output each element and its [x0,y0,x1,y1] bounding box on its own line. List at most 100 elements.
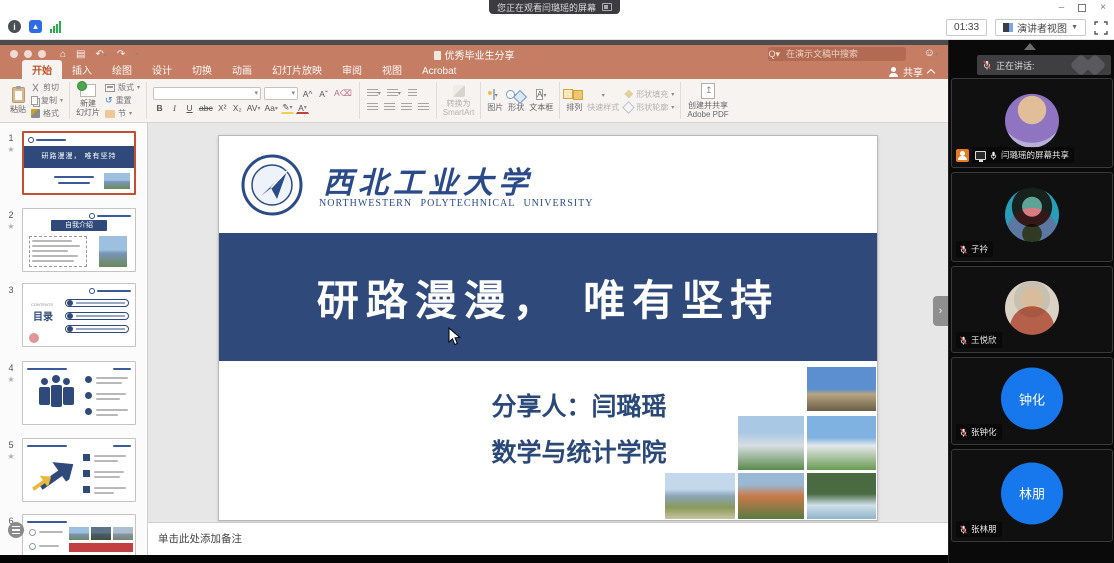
increase-font-button[interactable]: A^ [301,88,314,100]
mac-traffic-lights[interactable] [10,50,46,58]
slide-3-preview[interactable]: CONTENTS 目录 [22,283,136,347]
tab-view[interactable]: 视图 [372,60,412,79]
shapes-button[interactable]: ▾ 形状 [508,90,524,112]
copy-button[interactable]: 复制▾ [31,95,63,106]
tab-slideshow[interactable]: 幻灯片放映 [262,60,332,79]
align-center-button[interactable] [383,102,396,114]
paste-button[interactable]: 粘贴 [10,87,26,114]
slide-canvas[interactable]: 西北工业大学 NORTHWESTERN POLYTECHNICAL UNIVER… [218,135,878,521]
slide-5-preview[interactable] [22,438,136,502]
slide-2-preview[interactable]: 自我介绍 [22,208,136,272]
char-spacing-button[interactable]: AV▾ [246,102,262,114]
slide-thumb-5[interactable]: 5★ [0,438,148,502]
slide-1-preview[interactable]: 研路漫漫， 唯有坚持 [22,131,136,195]
italic-button[interactable]: I [168,102,181,114]
shape-fill-button[interactable]: 形状填充▾ [624,89,674,100]
view-mode-dropdown[interactable]: 演讲者视图 ▼ [995,19,1086,36]
fullscreen-icon[interactable] [1094,21,1108,35]
search-input[interactable] [768,47,906,61]
tab-design[interactable]: 设计 [142,60,182,79]
highlight-color-button[interactable]: ✎▾ [281,102,294,114]
participant-name: 子衿 [971,243,988,255]
toolbar-options-icon[interactable]: ▾ [135,51,138,58]
tab-acrobat[interactable]: Acrobat [412,64,466,79]
clear-format-button[interactable]: A⌫ [333,88,353,100]
save-icon[interactable]: ▤ [76,49,85,60]
slide-number: 3 [8,285,13,295]
slide-thumb-3[interactable]: 3★ CONTENTS 目录 [0,283,148,347]
notes-area[interactable]: 单击此处添加备注 [148,522,948,555]
tab-animations[interactable]: 动画 [222,60,262,79]
participant-avatar-initials: 钟化 [1001,368,1063,430]
slide-thumbnail-panel: 1 ★ 研路漫漫， 唯有坚持 2★ 自我介绍 [0,123,148,563]
shape-outline-button[interactable]: 形状轮廓▾ [624,102,674,113]
tab-home[interactable]: 开始 [22,60,62,79]
superscript-button[interactable]: X² [216,102,229,114]
tab-transitions[interactable]: 切换 [182,60,222,79]
create-pdf-button[interactable]: 创建并共享 Adobe PDF [687,83,728,119]
restore-button[interactable] [1078,4,1086,12]
minimize-button[interactable]: – [1059,3,1065,13]
change-case-button[interactable]: Aa▾ [263,102,278,114]
campus-photo [738,416,804,470]
slide-thumb-1[interactable]: 1 ★ 研路漫漫， 唯有坚持 [0,131,148,195]
cut-button[interactable]: 剪切 [31,82,63,93]
justify-button[interactable] [417,102,430,114]
font-color-button[interactable]: A▾ [296,102,309,114]
participant-tile[interactable]: 钟化 张钟化 [951,357,1113,445]
slide-number: 1 [8,133,13,143]
font-name-select[interactable] [153,87,261,100]
font-size-select[interactable] [264,87,298,100]
subscript-button[interactable]: X₂ [231,102,244,114]
numbering-button[interactable]: ▾ [386,88,402,100]
participant-tile[interactable]: 王悦欣 [951,266,1113,353]
slide-4-preview[interactable] [22,361,136,425]
bullets-button[interactable]: ▾ [366,88,382,100]
slide-number: 2 [8,210,13,220]
tab-draw[interactable]: 绘图 [102,60,142,79]
slide-thumb-2[interactable]: 2★ 自我介绍 [0,208,148,272]
collapse-ribbon-icon[interactable] [927,69,935,77]
home-icon[interactable]: ⌂ [60,49,66,60]
decrease-font-button[interactable]: Aˇ [317,88,330,100]
slide-thumb-4[interactable]: 4★ [0,361,148,425]
undo-icon[interactable]: ↶▾ [96,49,107,60]
close-button[interactable]: × [1100,3,1106,13]
mic-muted-icon [959,245,968,254]
collapse-panel-icon[interactable] [1024,43,1036,50]
layout-switch-icon[interactable] [602,3,612,11]
shared-screen-bottom-edge [0,555,948,563]
slide-notes-badge [8,522,24,538]
section-button[interactable]: 节▾ [105,108,140,119]
bold-button[interactable]: B [153,102,166,114]
arrange-button[interactable]: ▾ 排列 [566,90,582,112]
picture-button[interactable]: ▾ 图片 [487,90,503,112]
starred-icon: ★ [7,145,14,154]
tab-review[interactable]: 审阅 [332,60,372,79]
quick-styles-button[interactable]: ▾ 快速样式 [587,90,619,112]
textbox-button[interactable]: A▾ 文本框 [529,89,553,112]
participant-tile[interactable]: 子衿 [951,172,1113,262]
feedback-smiley-icon[interactable]: ☺▾ [924,47,938,59]
top-strip: 您正在观看闫璐瑶的屏幕 – × [0,0,1114,15]
participant-tile[interactable]: 闫璐瑶的屏幕共享 [951,78,1113,168]
indent-decrease-button[interactable] [406,88,419,100]
info-icon[interactable]: i [8,20,21,33]
share-button[interactable]: 共享 [889,64,934,79]
participant-tile[interactable]: 林朋 张林朋 [951,449,1113,542]
align-right-button[interactable] [400,102,413,114]
convert-smartart-button[interactable]: 转换为 SmartArt [443,85,475,117]
tab-insert[interactable]: 插入 [62,60,102,79]
format-painter-button[interactable]: 格式 [31,108,63,119]
new-slide-button[interactable]: 新建 幻灯片 [76,84,100,117]
strikethrough-button[interactable]: abc [198,102,214,114]
campus-photo [665,473,735,519]
redo-icon[interactable]: ↷ [117,49,125,60]
shield-icon[interactable]: ▲ [29,20,42,33]
speaking-label: 正在讲话: [996,59,1035,72]
align-left-button[interactable] [366,102,379,114]
underline-button[interactable]: U [183,102,196,114]
reset-button[interactable]: ↺重置 [105,95,140,106]
layout-button[interactable]: 版式▾ [105,82,140,93]
panel-collapse-handle[interactable]: › [933,296,948,326]
